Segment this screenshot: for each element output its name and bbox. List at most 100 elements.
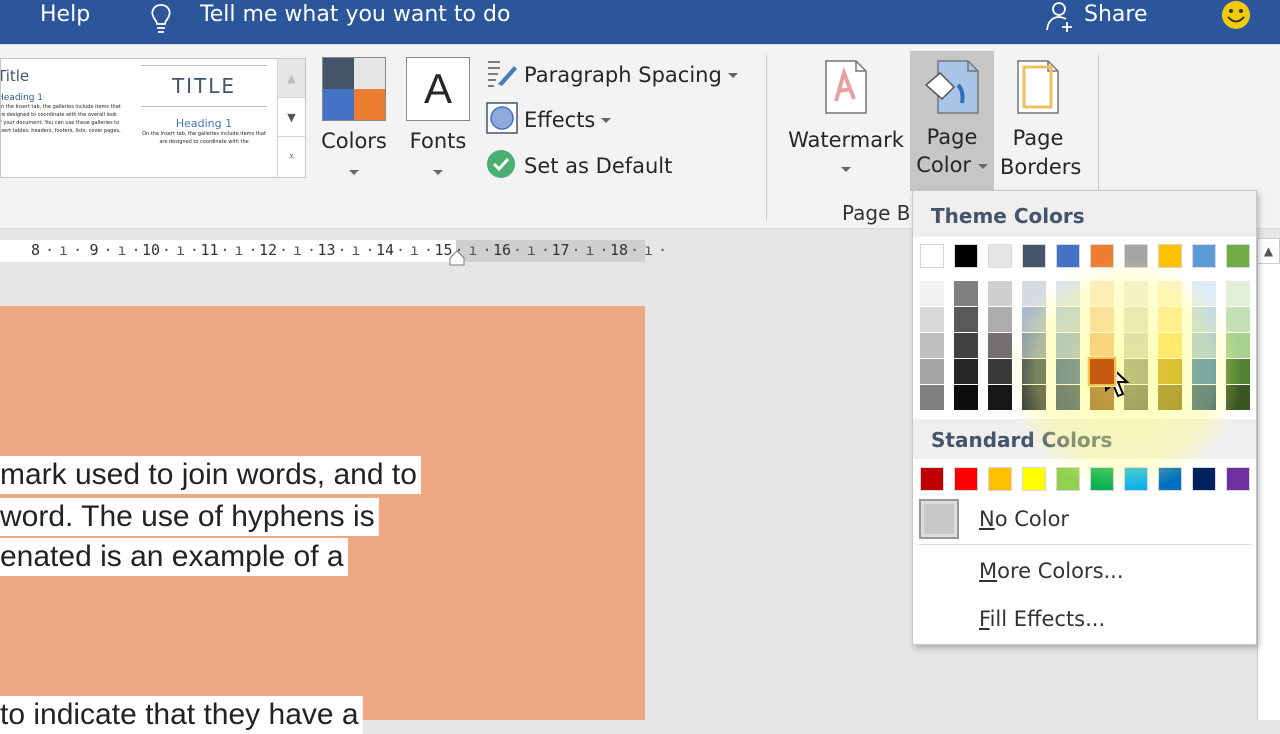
theme-shade-swatch[interactable] xyxy=(1022,333,1046,358)
theme-color-swatch[interactable] xyxy=(1158,244,1182,268)
theme-color-swatch[interactable] xyxy=(1192,244,1216,268)
theme-shade-swatch[interactable] xyxy=(1192,333,1216,358)
theme-color-swatch[interactable] xyxy=(1022,244,1046,268)
standard-color-swatch[interactable] xyxy=(1022,467,1046,491)
more-colors-item[interactable]: More Colors... xyxy=(979,559,1124,583)
theme-shade-swatch[interactable] xyxy=(1124,333,1148,358)
theme-shade-swatch[interactable] xyxy=(954,359,978,384)
theme-shade-swatch[interactable] xyxy=(1124,281,1148,306)
effects-button[interactable]: Effects xyxy=(486,101,612,138)
no-color-icon xyxy=(919,499,959,539)
fonts-button[interactable]: A Fonts xyxy=(402,57,474,183)
theme-shade-swatch[interactable] xyxy=(1056,307,1080,332)
theme-shade-swatch[interactable] xyxy=(1226,281,1250,306)
theme-color-swatch[interactable] xyxy=(1226,244,1250,268)
standard-color-swatch[interactable] xyxy=(1192,467,1216,491)
document-text-line[interactable]: mark used to join words, and to xyxy=(0,456,421,494)
indent-marker[interactable] xyxy=(449,250,465,270)
theme-shade-swatch[interactable] xyxy=(1090,281,1114,306)
theme-shade-swatch[interactable] xyxy=(1192,359,1216,384)
standard-color-swatch[interactable] xyxy=(1226,467,1250,491)
theme-shade-swatch[interactable] xyxy=(954,333,978,358)
theme-shade-swatch[interactable] xyxy=(1158,333,1182,358)
vertical-scrollbar[interactable] xyxy=(1257,264,1280,720)
theme-shade-swatch[interactable] xyxy=(1056,385,1080,410)
standard-color-swatch[interactable] xyxy=(954,467,978,491)
theme-color-swatch[interactable] xyxy=(1056,244,1080,268)
theme-shade-swatch[interactable] xyxy=(1158,307,1182,332)
theme-shade-swatch[interactable] xyxy=(1022,281,1046,306)
standard-color-swatch[interactable] xyxy=(988,467,1012,491)
colors-button[interactable]: Colors xyxy=(318,57,390,183)
effects-label: Effects xyxy=(524,108,596,132)
theme-shade-swatch[interactable] xyxy=(1090,333,1114,358)
theme-shade-swatch[interactable] xyxy=(1056,359,1080,384)
theme-shade-swatch[interactable] xyxy=(920,359,944,384)
theme-shade-swatch[interactable] xyxy=(988,307,1012,332)
theme-shade-swatch[interactable] xyxy=(1158,281,1182,306)
style-thumbnail-1[interactable]: Title Heading 1 On the Insert tab, the g… xyxy=(1,59,127,177)
smiley-feedback-icon[interactable] xyxy=(1220,0,1252,44)
document-text-line[interactable]: to indicate that they have a xyxy=(0,696,363,734)
paragraph-spacing-button[interactable]: Paragraph Spacing xyxy=(486,57,738,93)
standard-color-swatch[interactable] xyxy=(1124,467,1148,491)
document-text-line[interactable]: word. The use of hyphens is xyxy=(0,498,379,536)
fonts-label: Fonts xyxy=(409,129,467,153)
theme-shade-swatch[interactable] xyxy=(954,385,978,410)
theme-shade-swatch[interactable] xyxy=(1226,307,1250,332)
theme-color-swatch[interactable] xyxy=(1090,244,1114,268)
theme-shade-swatch[interactable] xyxy=(1226,385,1250,410)
tell-me-search[interactable]: Tell me what you want to do xyxy=(200,0,510,44)
theme-color-swatch[interactable] xyxy=(954,244,978,268)
style-thumbnail-2[interactable]: TITLE Heading 1 On the Insert tab, the g… xyxy=(137,59,271,177)
theme-shade-swatch[interactable] xyxy=(954,281,978,306)
theme-shade-swatch[interactable] xyxy=(988,385,1012,410)
theme-shade-swatch[interactable] xyxy=(1022,385,1046,410)
theme-color-swatch[interactable] xyxy=(988,244,1012,268)
theme-shade-swatch[interactable] xyxy=(954,307,978,332)
standard-color-swatch[interactable] xyxy=(1158,467,1182,491)
theme-shade-swatch[interactable] xyxy=(920,281,944,306)
page-borders-button[interactable]: Page Borders xyxy=(1000,59,1081,182)
theme-shade-swatch[interactable] xyxy=(1226,333,1250,358)
theme-color-swatch[interactable] xyxy=(1124,244,1148,268)
standard-color-swatch[interactable] xyxy=(1090,467,1114,491)
theme-shade-swatch[interactable] xyxy=(920,307,944,332)
horizontal-ruler[interactable]: 8 · ı · 9 · ı · 10 · ı · 11 · ı · 12 · ı · 13 · ı · 14 · ı · 15 · ı · 16… xyxy=(0,240,667,266)
gallery-scroll: ▲ ▼ ⩡ xyxy=(277,59,305,177)
no-color-item[interactable]: No Color xyxy=(979,507,1069,531)
theme-shade-swatch[interactable] xyxy=(988,359,1012,384)
standard-color-swatch[interactable] xyxy=(1056,467,1080,491)
theme-shade-swatch[interactable] xyxy=(1192,385,1216,410)
theme-shade-swatch[interactable] xyxy=(1056,333,1080,358)
tab-help[interactable]: Help xyxy=(40,0,90,44)
theme-shade-swatch[interactable] xyxy=(920,333,944,358)
gallery-scroll-up[interactable]: ▲ xyxy=(278,59,305,98)
theme-shade-swatch[interactable] xyxy=(1226,359,1250,384)
theme-shade-swatch[interactable] xyxy=(1088,357,1116,386)
theme-shade-swatch[interactable] xyxy=(988,281,1012,306)
theme-shade-swatch[interactable] xyxy=(920,385,944,410)
document-text-line[interactable]: enated is an example of a xyxy=(0,538,348,576)
scroll-up-button[interactable]: ▲ xyxy=(1257,238,1280,264)
standard-color-swatch[interactable] xyxy=(920,467,944,491)
theme-shade-swatch[interactable] xyxy=(988,333,1012,358)
theme-shade-swatch[interactable] xyxy=(1056,281,1080,306)
gallery-scroll-down[interactable]: ▼ xyxy=(278,98,305,137)
theme-shade-swatch[interactable] xyxy=(1158,359,1182,384)
theme-shade-swatch[interactable] xyxy=(1192,281,1216,306)
theme-shade-swatch[interactable] xyxy=(1158,385,1182,410)
fill-effects-item[interactable]: Fill Effects... xyxy=(979,607,1105,631)
theme-shade-swatch[interactable] xyxy=(1090,307,1114,332)
page-color-button[interactable]: Page Color xyxy=(910,51,994,191)
theme-shade-swatch[interactable] xyxy=(1124,307,1148,332)
share-button[interactable]: Share xyxy=(1084,0,1148,44)
watermark-button[interactable]: Watermark xyxy=(786,59,906,180)
theme-shade-swatch[interactable] xyxy=(1192,307,1216,332)
set-as-default-button[interactable]: Set as Default xyxy=(486,148,672,184)
theme-color-swatch[interactable] xyxy=(920,244,944,268)
gallery-more[interactable]: ⩡ xyxy=(278,137,305,176)
theme-shade-swatch[interactable] xyxy=(1022,307,1046,332)
document-page[interactable]: mark used to join words, and to word. Th… xyxy=(0,306,645,734)
theme-shade-swatch[interactable] xyxy=(1022,359,1046,384)
